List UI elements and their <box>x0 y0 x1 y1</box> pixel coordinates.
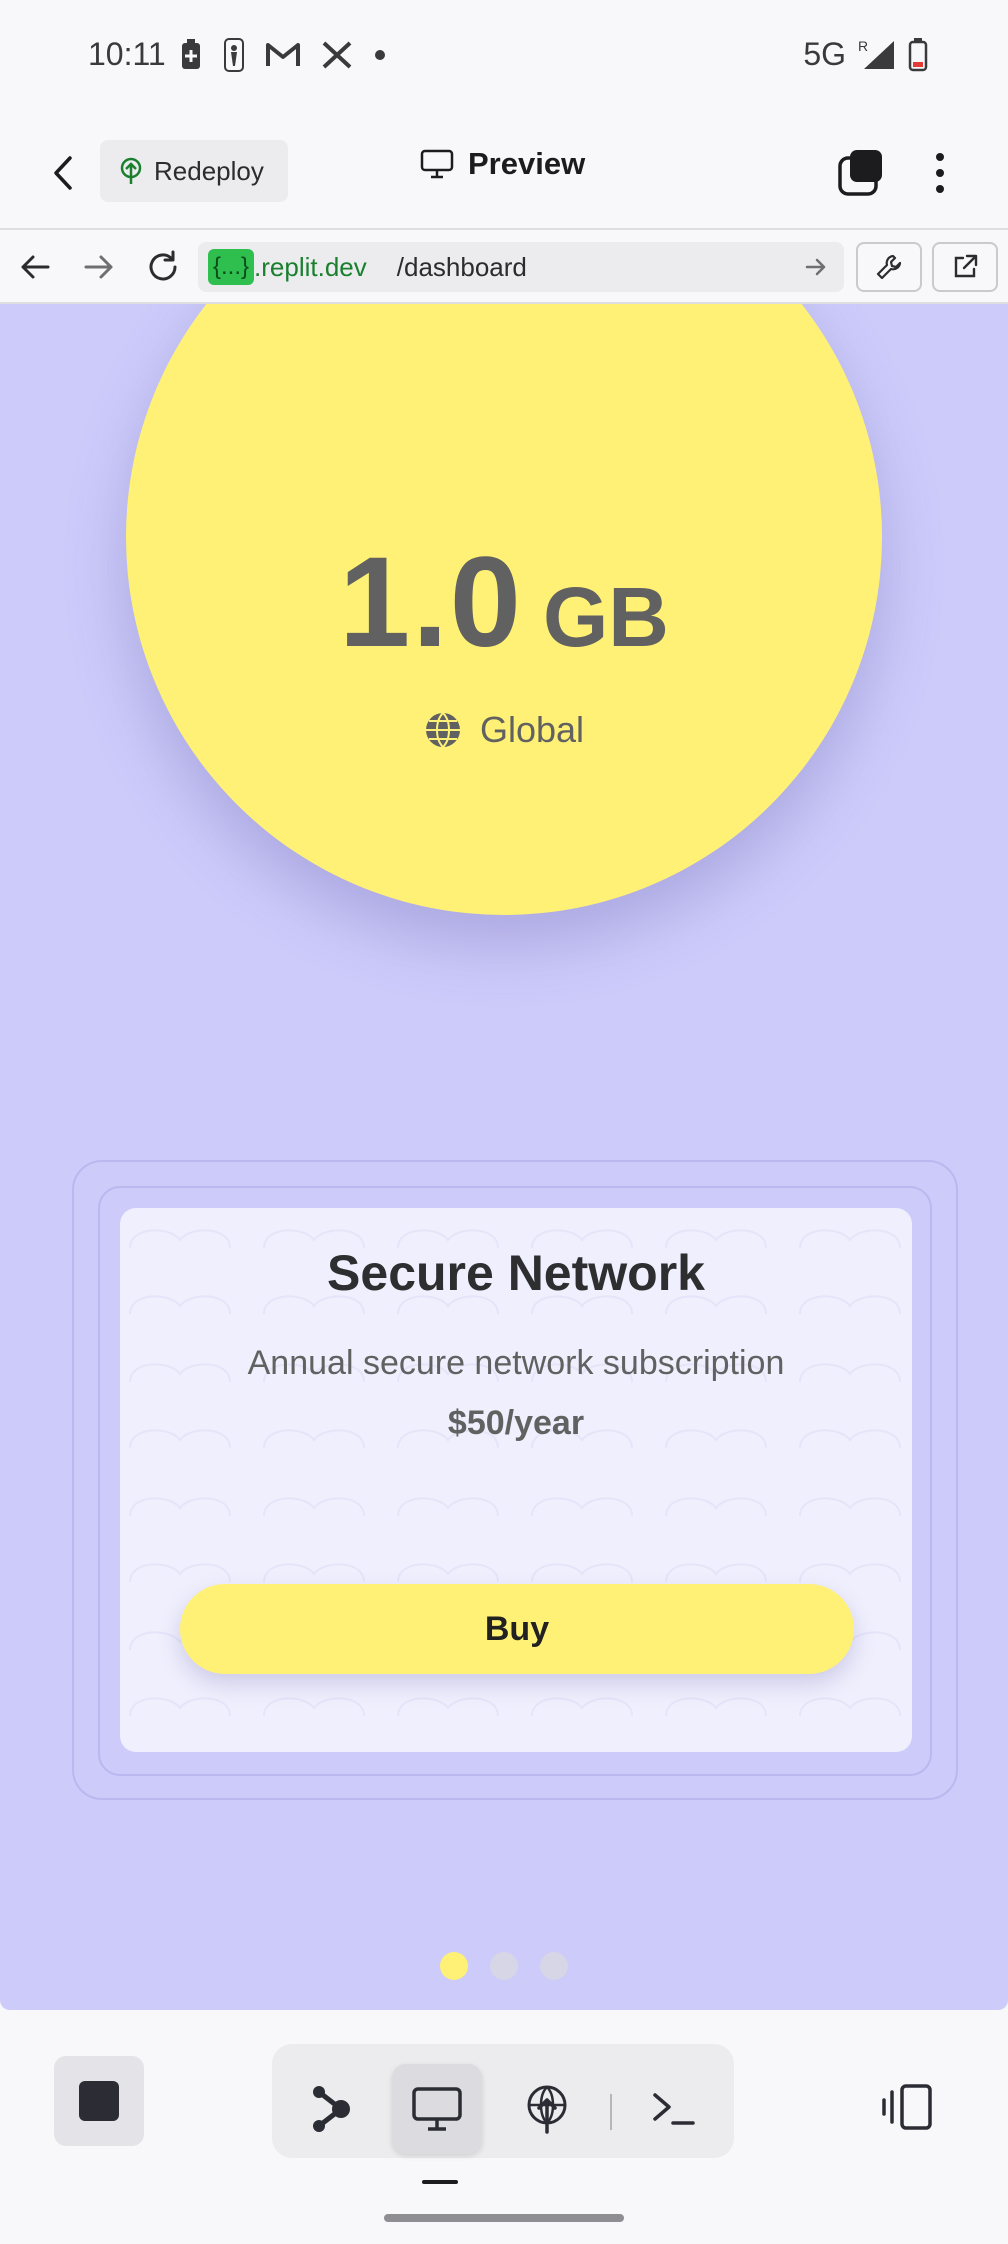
agent-button[interactable] <box>286 2064 376 2154</box>
data-amount-value: 1.0 <box>339 531 523 674</box>
wrench-icon <box>876 254 902 280</box>
region: Global <box>126 709 882 751</box>
preview-tab-button[interactable] <box>392 2064 482 2154</box>
arrow-left-icon <box>21 255 50 279</box>
split-view-button[interactable] <box>878 2078 938 2138</box>
battery-saver-icon <box>182 39 200 69</box>
carousel-dot-2[interactable] <box>490 1952 518 1980</box>
globe-icon <box>425 712 460 748</box>
go-arrow-icon[interactable] <box>804 254 828 280</box>
status-time: 10:11 <box>88 36 166 72</box>
redeploy-button[interactable]: Redeploy <box>100 140 288 202</box>
deployments-button[interactable] <box>502 2064 592 2154</box>
terminal-icon <box>653 2093 695 2125</box>
shell-button[interactable] <box>628 2064 718 2154</box>
back-button[interactable] <box>36 146 90 200</box>
status-right: 5G R <box>803 36 928 73</box>
preview-title: Preview <box>420 146 585 182</box>
notification-icons <box>180 38 386 72</box>
network-type: 5G <box>803 36 846 72</box>
external-link-icon <box>954 254 978 278</box>
active-tab-indicator <box>422 2180 458 2184</box>
browser-bar: {...} .replit.dev /dashboard <box>0 228 1008 304</box>
url-bar[interactable]: {...} .replit.dev /dashboard <box>198 242 844 292</box>
chevron-left-icon <box>54 156 72 190</box>
status-bar: 10:11 5G R <box>0 0 1008 116</box>
deploy-icon <box>120 157 142 184</box>
battery-icon <box>908 37 928 71</box>
product-price: $50/year <box>447 1404 585 1442</box>
url-badge: {...} <box>208 249 255 285</box>
preview-title-label: Preview <box>468 146 586 181</box>
tabs-button[interactable] <box>836 148 886 198</box>
reload-button[interactable] <box>140 244 186 290</box>
stop-icon <box>79 2081 119 2121</box>
svg-text:R: R <box>858 39 868 54</box>
agent-icon <box>313 2086 350 2132</box>
split-view-icon <box>882 2084 932 2130</box>
x-icon <box>322 41 352 69</box>
redeploy-label: Redeploy <box>154 155 264 186</box>
monitor-icon <box>420 149 454 179</box>
data-amount-unit: GB <box>542 570 669 664</box>
product-card: Secure Network Annual secure network sub… <box>120 1208 912 1752</box>
buy-button[interactable]: Buy <box>180 1584 854 1674</box>
app-toolbar: Redeploy Preview <box>0 116 1008 228</box>
more-options-button[interactable] <box>920 146 960 200</box>
product-card-inner-frame: Secure Network Annual secure network sub… <box>98 1186 932 1776</box>
dot-icon <box>375 50 385 60</box>
open-external-button[interactable] <box>932 242 998 292</box>
carousel-indicator <box>440 1952 568 1980</box>
region-label: Global <box>479 709 585 750</box>
browser-back-button[interactable] <box>12 244 58 290</box>
stop-button[interactable] <box>54 2056 144 2146</box>
arrow-right-icon <box>84 255 113 279</box>
gmail-icon <box>266 43 300 66</box>
carousel-dot-1[interactable] <box>440 1952 468 1980</box>
deploy-globe-icon <box>527 2085 567 2134</box>
product-description: Annual secure network subscription <box>247 1344 785 1382</box>
data-plan-circle: 1.0 GB Global <box>126 304 882 915</box>
home-gesture-bar[interactable] <box>384 2214 624 2222</box>
preview-viewport[interactable]: 1.0 GB Global Secure Network Annual secu… <box>0 304 1008 2010</box>
browser-forward-button[interactable] <box>76 244 122 290</box>
url-path: /dashboard <box>396 251 527 282</box>
bottom-bar <box>0 2010 1008 2244</box>
reload-icon <box>149 250 177 281</box>
workspace-tool-group <box>272 2044 734 2158</box>
signal-icon: R <box>858 39 894 69</box>
product-title: Secure Network <box>327 1245 705 1301</box>
nba-icon <box>224 38 244 72</box>
data-amount: 1.0 GB <box>126 529 882 676</box>
url-domain: .replit.dev <box>254 251 367 282</box>
tabs-icon <box>838 150 882 196</box>
carousel-dot-3[interactable] <box>540 1952 568 1980</box>
product-card-frame: Secure Network Annual secure network sub… <box>72 1160 958 1800</box>
monitor-icon <box>412 2087 462 2131</box>
tool-divider <box>610 2094 612 2130</box>
devtools-button[interactable] <box>856 242 922 292</box>
